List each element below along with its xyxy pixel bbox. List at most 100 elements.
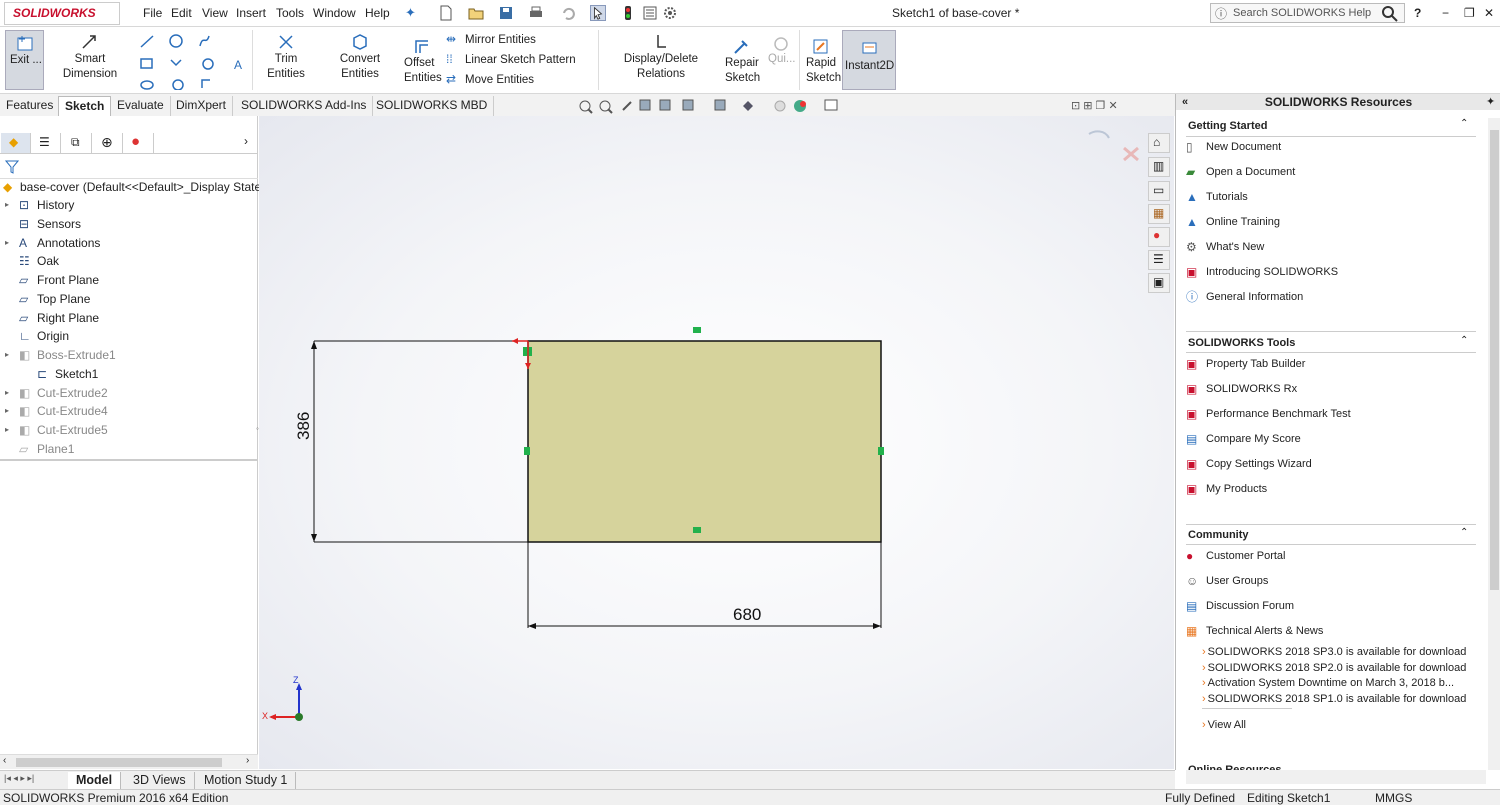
menu-insert[interactable]: Insert xyxy=(236,6,266,20)
tab-3d-views[interactable]: 3D Views xyxy=(125,772,195,790)
new-document-icon[interactable] xyxy=(438,5,454,21)
viewport-window-controls[interactable]: ⊡ ⊞ ❐ ✕ xyxy=(1071,99,1118,112)
tree-item[interactable]: ▱ Plane1 xyxy=(0,440,258,458)
tab-dimxpert[interactable]: DimXpert xyxy=(170,96,234,116)
tab-addins[interactable]: SOLIDWORKS Add-Ins xyxy=(235,96,374,116)
resource-link[interactable]: ▣ Copy Settings Wizard xyxy=(1186,456,1476,472)
options-gear-icon[interactable] xyxy=(662,5,678,21)
configuration-tab[interactable]: ⧉ xyxy=(62,133,92,153)
tree-item[interactable]: ▸ ◧ Cut-Extrude5 xyxy=(0,421,258,439)
task-pane-file-explorer-tab[interactable]: ▭ xyxy=(1148,181,1170,201)
menu-window[interactable]: Window xyxy=(313,6,356,20)
search-icon[interactable] xyxy=(1381,5,1399,23)
height-dimension-value[interactable]: 386 xyxy=(294,400,314,440)
repair-sketch-button[interactable]: Repair Sketch xyxy=(722,30,762,90)
task-pane-appearances-tab[interactable]: ● xyxy=(1148,227,1170,247)
expand-arrow-icon[interactable]: ▸ xyxy=(5,421,9,439)
getting-started-collapse-icon[interactable]: ⌃ xyxy=(1460,118,1468,129)
tree-item[interactable]: ▸ ⊡ History xyxy=(0,196,258,214)
tree-item[interactable]: ▸ ◧ Boss-Extrude1 xyxy=(0,346,258,364)
scroll-thumb[interactable] xyxy=(16,758,222,767)
file-properties-icon[interactable] xyxy=(642,5,658,21)
resource-link[interactable]: ▯ New Document xyxy=(1186,139,1476,155)
property-manager-tab[interactable]: ☰ xyxy=(31,133,61,153)
community-header[interactable]: Community xyxy=(1188,529,1249,541)
view-all-link[interactable]: › View All xyxy=(1202,719,1246,731)
rebuild-icon[interactable] xyxy=(620,5,636,21)
task-pane-library-tab[interactable]: ▥ xyxy=(1148,157,1170,177)
close-button[interactable]: ✕ xyxy=(1484,6,1494,20)
resource-link[interactable]: ▣ SOLIDWORKS Rx xyxy=(1186,381,1476,397)
vertical-scrollbar[interactable] xyxy=(1488,118,1500,770)
expand-arrow-icon[interactable]: ▸ xyxy=(5,402,9,420)
tab-model[interactable]: Model xyxy=(68,772,122,790)
tab-sketch[interactable]: Sketch xyxy=(58,96,112,116)
tree-item[interactable]: ⊟ Sensors xyxy=(0,215,258,233)
instant2d-button[interactable]: Instant2D xyxy=(842,30,896,90)
resource-link[interactable]: ☺ User Groups xyxy=(1186,573,1476,589)
chevron-right-icon[interactable]: › xyxy=(244,134,248,148)
pin-icon[interactable]: ✦ xyxy=(405,5,421,21)
display-manager-tab[interactable]: ● xyxy=(124,133,154,153)
menu-view[interactable]: View xyxy=(202,6,228,20)
resource-link[interactable]: ▣ Property Tab Builder xyxy=(1186,356,1476,372)
resource-link[interactable]: ▲ Tutorials xyxy=(1186,189,1476,205)
tree-root[interactable]: ◆ base-cover (Default<<Default>_Display … xyxy=(0,178,261,196)
expand-arrow-icon[interactable]: ▸ xyxy=(5,384,9,402)
help-search-box[interactable]: ⓘ Search SOLIDWORKS Help xyxy=(1210,3,1405,23)
heads-up-view-toolbar[interactable] xyxy=(575,96,875,116)
print-icon[interactable] xyxy=(528,5,544,21)
solidworks-logo[interactable]: SOLIDWORKS xyxy=(4,2,120,25)
sketch-canvas[interactable] xyxy=(259,116,1174,769)
resource-link[interactable]: ▰ Open a Document xyxy=(1186,164,1476,180)
collapse-pane-icon[interactable]: « xyxy=(1182,94,1188,110)
news-item[interactable]: › SOLIDWORKS 2018 SP3.0 is available for … xyxy=(1202,646,1466,658)
resource-link[interactable]: ▣ Performance Benchmark Test xyxy=(1186,406,1476,422)
undo-icon[interactable] xyxy=(560,5,576,21)
tree-item[interactable]: ▸ ◧ Cut-Extrude2 xyxy=(0,384,258,402)
tree-item[interactable]: ☷ Oak xyxy=(0,252,258,270)
task-pane-palette-tab[interactable]: ▦ xyxy=(1148,204,1170,224)
smart-dimension-button[interactable]: Smart Dimension xyxy=(46,30,132,90)
resource-link[interactable]: ▣ My Products xyxy=(1186,481,1476,497)
tree-item[interactable]: ▱ Top Plane xyxy=(0,290,258,308)
news-item[interactable]: › Activation System Downtime on March 3, … xyxy=(1202,677,1454,689)
scroll-thumb[interactable] xyxy=(1490,130,1499,590)
tab-evaluate[interactable]: Evaluate xyxy=(111,96,171,116)
news-item[interactable]: › SOLIDWORKS 2018 SP2.0 is available for … xyxy=(1202,662,1466,674)
tab-mbd[interactable]: SOLIDWORKS MBD xyxy=(370,96,495,116)
dimxpert-tab[interactable]: ⊕ xyxy=(93,133,123,153)
resource-link[interactable]: ● Customer Portal xyxy=(1186,548,1476,564)
tree-item[interactable]: ▱ Right Plane xyxy=(0,309,258,327)
tools-header[interactable]: SOLIDWORKS Tools xyxy=(1188,337,1295,349)
news-item[interactable]: › SOLIDWORKS 2018 SP1.0 is available for … xyxy=(1202,693,1466,705)
graphics-area[interactable]: ⊡ ⊞ ❐ ✕ 386 680 Z X xyxy=(259,99,1174,769)
resource-link[interactable]: ▤ Compare My Score xyxy=(1186,431,1476,447)
tree-item[interactable]: ⊏ Sketch1 xyxy=(0,365,258,383)
quick-snaps-button[interactable]: Qui... xyxy=(766,30,796,90)
display-delete-relations-button[interactable]: Display/Delete Relations xyxy=(602,30,720,90)
resource-link[interactable]: ⚙ What's New xyxy=(1186,239,1476,255)
community-collapse-icon[interactable]: ⌃ xyxy=(1460,527,1468,538)
horizontal-scrollbar[interactable]: ‹ › xyxy=(0,754,258,769)
pin-pane-icon[interactable]: ✦ xyxy=(1486,94,1495,110)
expand-arrow-icon[interactable]: ▸ xyxy=(5,196,9,214)
menu-file[interactable]: File xyxy=(143,6,162,20)
task-pane-custom-properties-tab[interactable]: ☰ xyxy=(1148,250,1170,270)
filter-icon[interactable] xyxy=(5,160,19,174)
unit-system[interactable]: MMGS xyxy=(1375,791,1412,806)
exit-sketch-button[interactable]: Exit ... xyxy=(5,30,44,90)
getting-started-header[interactable]: Getting Started xyxy=(1188,120,1267,132)
mirror-entities-button[interactable]: ⇹ Mirror Entities xyxy=(444,32,599,49)
tree-item[interactable]: ▸ ◧ Cut-Extrude4 xyxy=(0,402,258,420)
expand-arrow-icon[interactable]: ▸ xyxy=(5,234,9,252)
menu-help[interactable]: Help xyxy=(365,6,390,20)
tab-features[interactable]: Features xyxy=(0,96,61,116)
move-entities-button[interactable]: ⇄ Move Entities xyxy=(444,72,599,89)
resource-link[interactable]: ⓘ General Information xyxy=(1186,289,1476,305)
tree-item[interactable]: ▸ A Annotations xyxy=(0,234,258,252)
feature-tree-tab[interactable]: ◆ xyxy=(1,133,31,153)
save-icon[interactable] xyxy=(498,5,514,21)
sketch-entity-tools[interactable]: A xyxy=(138,32,248,90)
offset-entities-button[interactable]: Offset Entities xyxy=(402,30,442,90)
